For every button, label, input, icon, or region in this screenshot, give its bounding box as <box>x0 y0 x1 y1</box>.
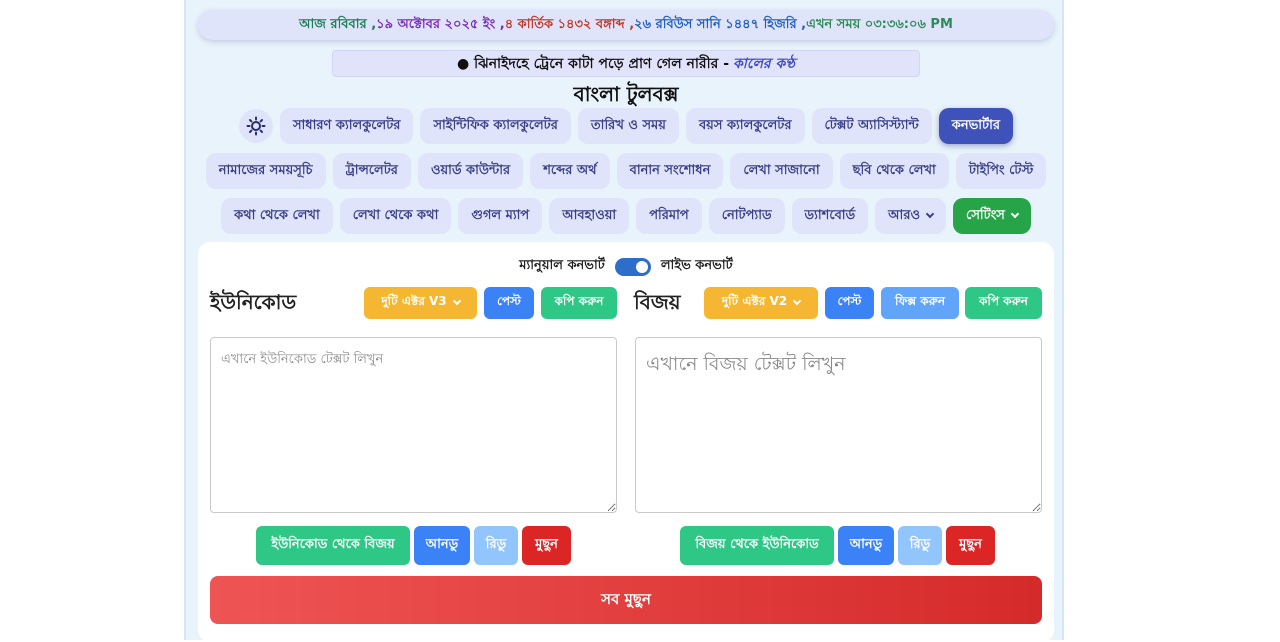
nav-word-meaning[interactable]: শব্দের অর্থ <box>530 153 610 189</box>
nav-speech-to-text[interactable]: কথা থেকে লেখা <box>221 198 333 234</box>
unicode-redo-button[interactable]: রিডু <box>474 526 518 565</box>
sun-icon <box>246 116 266 136</box>
nav-text-to-speech[interactable]: লেখা থেকে কথা <box>339 198 452 234</box>
chevron-down-icon <box>925 209 935 219</box>
nav-more-dropdown[interactable]: আরও <box>875 198 947 234</box>
nav-prayer-times[interactable]: নামাজের সময়সূচি <box>205 153 326 189</box>
bijoy-paste-button[interactable]: পেস্ট <box>825 287 874 319</box>
settings-label: সেটিংস <box>966 207 1005 223</box>
chevron-down-icon <box>792 296 802 306</box>
nav-text-assistant[interactable]: টেক্সট অ্যাসিস্ট্যান্ট <box>811 108 932 144</box>
convert-mode-toggle: ম্যানুয়াল কনভার্ট লাইভ কনভার্ট <box>198 256 1054 277</box>
chevron-down-icon <box>452 296 461 306</box>
bijoy-pane-title: বিজয় <box>634 290 681 314</box>
news-ticker[interactable]: ● ঝিনাইদহে ট্রেনে কাটা পড়ে প্রাণ গেল না… <box>332 50 920 77</box>
nav-weather[interactable]: আবহাওয়া <box>549 198 630 234</box>
bijoy-redo-button[interactable]: রিডু <box>898 526 942 565</box>
english-date: ১৯ অক্টোবর ২০২৫ ইং , <box>376 16 505 32</box>
unicode-undo-button[interactable]: আনডু <box>414 526 470 565</box>
app-page: আজ রবিবার , ১৯ অক্টোবর ২০২৫ ইং , ৪ কার্ত… <box>184 0 1066 642</box>
unicode-clear-button[interactable]: মুছুন <box>522 526 571 565</box>
live-convert-label: লাইভ কনভার্ট <box>660 258 733 273</box>
nav-dashboard[interactable]: ড্যাশবোর্ড <box>791 198 869 234</box>
bijoy-font-select[interactable]: দুটি এক্টর V2 <box>704 287 818 319</box>
nav-image-to-text[interactable]: ছবি থেকে লেখা <box>839 153 949 189</box>
nav-spell-check[interactable]: বানান সংশোধন <box>616 153 724 189</box>
bijoy-copy-button[interactable]: কপি করুন <box>965 287 1042 319</box>
nav-more-label: আরও <box>888 207 921 223</box>
clear-all-button[interactable]: সব মুছুন <box>210 576 1042 624</box>
unicode-font-select[interactable]: দুটি এক্টর V3 <box>364 287 477 319</box>
nav-text-formatter[interactable]: লেখা সাজানো <box>730 153 833 189</box>
nav-general-calculator[interactable]: সাধারণ ক্যালকুলেটর <box>279 108 414 144</box>
nav-measurement[interactable]: পরিমাপ <box>636 198 702 234</box>
nav-converter[interactable]: কনভার্টার <box>938 108 1014 144</box>
nav-word-counter[interactable]: ওয়ার্ড কাউন্টার <box>417 153 524 189</box>
bijoy-to-unicode-button[interactable]: বিজয় থেকে ইউনিকোড <box>680 526 834 565</box>
nav-translator[interactable]: ট্রান্সলেটর <box>332 153 411 189</box>
news-headline[interactable]: ● ঝিনাইদহে ট্রেনে কাটা পড়ে প্রাণ গেল না… <box>457 52 729 76</box>
switch-knob <box>635 260 648 273</box>
converter-card: ম্যানুয়াল কনভার্ট লাইভ কনভার্ট ইউনিকোড … <box>198 242 1054 642</box>
nav-notepad[interactable]: নোটপ্যাড <box>708 198 785 234</box>
bijoy-input[interactable] <box>635 337 1042 513</box>
unicode-pane-title: ইউনিকোড <box>210 290 297 314</box>
nav-age-calculator[interactable]: বয়স ক্যালকুলেটর <box>685 108 805 144</box>
date-time-bar: আজ রবিবার , ১৯ অক্টোবর ২০২৫ ইং , ৪ কার্ত… <box>198 10 1054 40</box>
hijri-date: ২৬ রবিউস সানি ১৪৪৭ হিজরি , <box>634 16 807 32</box>
nav-row-1: সাধারণ ক্যালকুলেটর সাইন্টিফিক ক্যালকুলেট… <box>186 108 1066 144</box>
nav-scientific-calculator[interactable]: সাইন্টিফিক ক্যালকুলেটর <box>420 108 571 144</box>
unicode-font-select-value: দুটি এক্টর V3 <box>381 294 447 308</box>
unicode-input[interactable] <box>210 337 617 513</box>
live-convert-switch[interactable] <box>614 257 651 276</box>
bijoy-clear-button[interactable]: মুছুন <box>946 526 995 565</box>
unicode-paste-button[interactable]: পেস্ট <box>484 287 534 319</box>
theme-toggle-button[interactable] <box>238 109 273 143</box>
bangla-date: ৪ কার্তিক ১৪৩২ বঙ্গাব্দ , <box>504 16 635 32</box>
bijoy-undo-button[interactable]: আনডু <box>838 526 894 565</box>
unicode-copy-button[interactable]: কপি করুন <box>541 287 617 319</box>
nav-row-3: কথা থেকে লেখা লেখা থেকে কথা গুগল ম্যাপ আ… <box>186 198 1066 234</box>
nav-google-map[interactable]: গুগল ম্যাপ <box>458 198 543 234</box>
bijoy-font-select-value: দুটি এক্টর V2 <box>721 294 788 308</box>
nav-typing-test[interactable]: টাইপিং টেস্ট <box>955 153 1047 189</box>
current-time: এখন সময় ০৩:৩৬:০৬ PM <box>806 16 953 32</box>
nav-date-time[interactable]: তারিখ ও সময় <box>577 108 679 144</box>
settings-dropdown[interactable]: সেটিংস <box>953 198 1031 234</box>
unicode-to-bijoy-button[interactable]: ইউনিকোড থেকে বিজয় <box>256 526 410 565</box>
day-text: আজ রবিবার , <box>299 16 377 32</box>
manual-convert-label: ম্যানুয়াল কনভার্ট <box>519 258 605 273</box>
nav-row-2: নামাজের সময়সূচি ট্রান্সলেটর ওয়ার্ড কাউ… <box>186 153 1066 189</box>
chevron-down-icon <box>1010 209 1020 219</box>
bijoy-fix-button[interactable]: ফিক্স করুন <box>881 287 959 319</box>
news-source: কালের কণ্ঠ <box>733 55 795 72</box>
